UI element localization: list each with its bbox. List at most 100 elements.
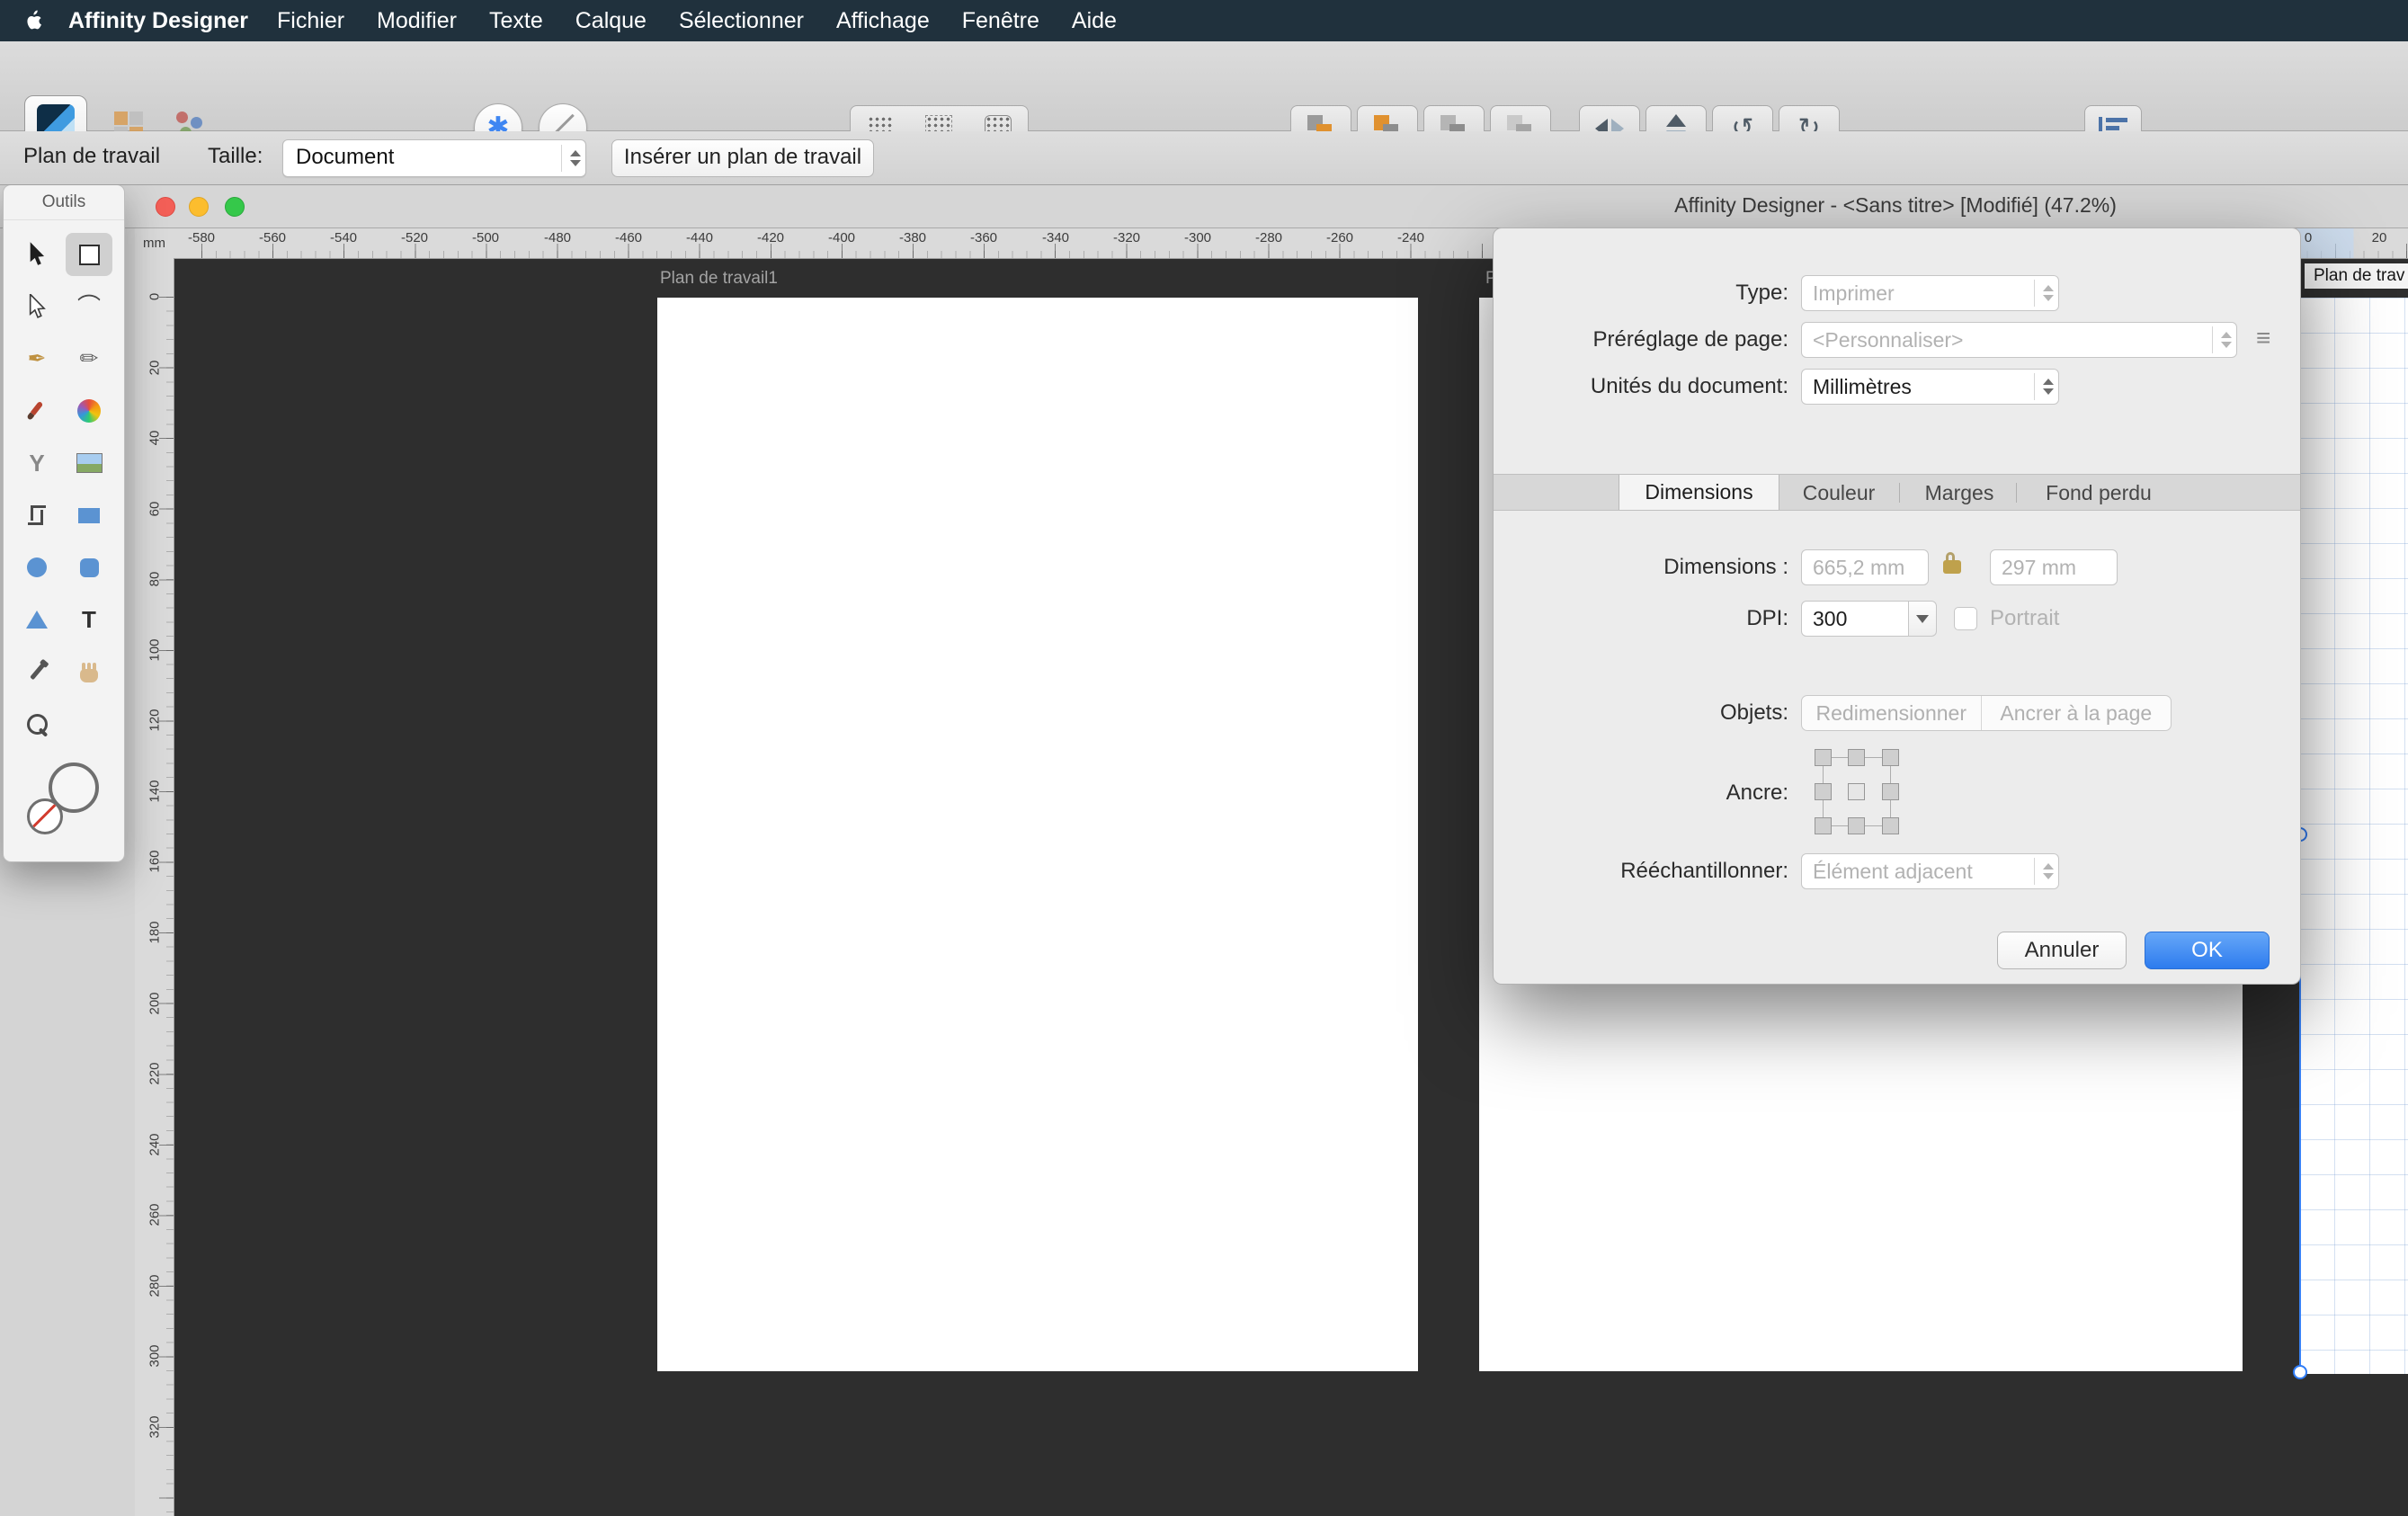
artboard-1[interactable] bbox=[657, 298, 1418, 1371]
empty-tool-slot bbox=[66, 702, 112, 745]
minimize-window-button[interactable] bbox=[189, 197, 209, 217]
menu-modifier[interactable]: Modifier bbox=[361, 8, 473, 34]
transparency-tool-icon: Y bbox=[29, 450, 45, 477]
anchor-handle-bottom[interactable] bbox=[1848, 817, 1865, 834]
anchor-handle-bottom-right[interactable] bbox=[1882, 817, 1899, 834]
tab-separator bbox=[1899, 483, 1900, 503]
move-tool-icon bbox=[30, 242, 45, 265]
tab-dimensions[interactable]: Dimensions bbox=[1619, 475, 1779, 510]
anchor-handle-left[interactable] bbox=[1815, 783, 1832, 800]
preset-list-icon[interactable]: ≡ bbox=[2256, 324, 2270, 352]
type-dropdown[interactable]: Imprimer bbox=[1801, 275, 2059, 311]
menu-calque[interactable]: Calque bbox=[559, 8, 663, 34]
insert-artboard-button[interactable]: Insérer un plan de travail bbox=[611, 139, 874, 177]
menu-fenetre[interactable]: Fenêtre bbox=[946, 8, 1056, 34]
size-select[interactable]: Document bbox=[282, 139, 586, 177]
artboard-tool-icon bbox=[78, 244, 100, 265]
crop-tool[interactable] bbox=[13, 494, 60, 537]
resample-row: Rééchantillonner: Élément adjacent bbox=[1494, 853, 2300, 889]
dpi-dropdown-button[interactable] bbox=[1908, 601, 1937, 637]
aspect-lock-icon[interactable] bbox=[1943, 552, 1961, 574]
vertical-ruler[interactable]: 0 20 40 60 80 100 120 140 160 180 200 22… bbox=[135, 258, 174, 1516]
dropdown-stepper-icon bbox=[2034, 280, 2054, 307]
tools-panel-title: Outils bbox=[4, 185, 124, 220]
height-input[interactable]: 297 mm bbox=[1990, 549, 2118, 585]
menu-fichier[interactable]: Fichier bbox=[261, 8, 361, 34]
anchor-to-page-option[interactable]: Ancrer à la page bbox=[1980, 696, 2171, 730]
artboard3-label[interactable]: Plan de trav bbox=[2305, 263, 2408, 289]
menu-selectionner[interactable]: Sélectionner bbox=[663, 8, 820, 34]
tab-marges[interactable]: Marges bbox=[1925, 481, 1994, 505]
anchor-handle-center[interactable] bbox=[1848, 783, 1865, 800]
ok-button[interactable]: OK bbox=[2145, 932, 2270, 969]
close-window-button[interactable] bbox=[156, 197, 175, 217]
pencil-tool-icon: ✏ bbox=[79, 345, 99, 371]
menubar: Affinity Designer Fichier Modifier Texte… bbox=[0, 0, 2408, 41]
transparency-tool[interactable]: Y bbox=[13, 441, 60, 485]
tab-separator bbox=[2016, 483, 2017, 503]
zoom-tool[interactable] bbox=[13, 702, 60, 745]
node-tool[interactable] bbox=[13, 285, 60, 328]
fill-stroke-selector[interactable] bbox=[27, 762, 103, 834]
dpi-input[interactable]: 300 bbox=[1801, 601, 1909, 637]
tab-couleur[interactable]: Couleur bbox=[1803, 481, 1876, 505]
rectangle-tool-icon bbox=[78, 507, 100, 523]
cancel-button[interactable]: Annuler bbox=[1997, 932, 2127, 969]
triangle-tool[interactable] bbox=[13, 598, 60, 641]
pen-tool[interactable]: ✒ bbox=[13, 337, 60, 380]
text-tool-icon: T bbox=[82, 606, 96, 633]
rounded-rectangle-tool[interactable] bbox=[66, 546, 112, 589]
preset-dropdown[interactable]: <Personnaliser> bbox=[1801, 322, 2237, 358]
export-persona-icon bbox=[176, 111, 188, 123]
selection-handle-bottom[interactable] bbox=[2293, 1365, 2307, 1379]
fill-tool[interactable] bbox=[66, 389, 112, 433]
anchor-handle-bottom-left[interactable] bbox=[1815, 817, 1832, 834]
zoom-window-button[interactable] bbox=[225, 197, 245, 217]
select-stepper-icon bbox=[561, 145, 581, 172]
pencil-tool[interactable]: ✏ bbox=[66, 337, 112, 380]
menu-app-name[interactable]: Affinity Designer bbox=[56, 8, 261, 34]
resize-option[interactable]: Redimensionner bbox=[1802, 696, 1981, 730]
move-tool[interactable] bbox=[13, 233, 60, 276]
fill-tool-icon bbox=[77, 399, 101, 423]
artboard-tool[interactable] bbox=[66, 233, 112, 276]
view-tool[interactable] bbox=[66, 650, 112, 693]
artboard-3[interactable] bbox=[2299, 298, 2408, 1374]
tab-fond-perdu[interactable]: Fond perdu bbox=[2046, 481, 2152, 505]
artboard-settings-dialog: Type: Imprimer Préréglage de page: <Pers… bbox=[1493, 227, 2301, 985]
units-dropdown[interactable]: Millimètres bbox=[1801, 369, 2059, 405]
anchor-handle-top-left[interactable] bbox=[1815, 749, 1832, 766]
tools-grid: ⌒ ✒ ✏ Y T bbox=[11, 228, 117, 750]
portrait-checkbox[interactable] bbox=[1954, 607, 1977, 630]
width-input[interactable]: 665,2 mm bbox=[1801, 549, 1929, 585]
units-label: Unités du document: bbox=[1590, 374, 1788, 398]
vector-brush-tool[interactable] bbox=[13, 389, 60, 433]
main-toolbar: ✱ ↺ ↻ bbox=[0, 41, 2408, 152]
dialog-buttons-row: Annuler OK bbox=[1494, 932, 2300, 969]
fill-color-icon[interactable] bbox=[27, 798, 63, 834]
menu-aide[interactable]: Aide bbox=[1056, 8, 1133, 34]
text-tool[interactable]: T bbox=[66, 598, 112, 641]
anchor-handle-top-right[interactable] bbox=[1882, 749, 1899, 766]
corner-tool[interactable]: ⌒ bbox=[66, 285, 112, 328]
dropdown-stepper-icon bbox=[2034, 373, 2054, 400]
document-titlebar: Affinity Designer - <Sans titre> [Modifi… bbox=[0, 184, 2408, 228]
menu-texte[interactable]: Texte bbox=[473, 8, 559, 34]
menu-affichage[interactable]: Affichage bbox=[820, 8, 946, 34]
apple-icon bbox=[27, 10, 41, 30]
resample-dropdown[interactable]: Élément adjacent bbox=[1801, 853, 2059, 889]
anchor-handle-right[interactable] bbox=[1882, 783, 1899, 800]
corner-tool-icon: ⌒ bbox=[76, 293, 101, 320]
color-picker-tool[interactable] bbox=[13, 650, 60, 693]
artboard1-label[interactable]: Plan de travail1 bbox=[660, 269, 778, 289]
place-image-tool[interactable] bbox=[66, 441, 112, 485]
preset-label: Préréglage de page: bbox=[1592, 327, 1789, 352]
window-title: Affinity Designer - <Sans titre> [Modifi… bbox=[1674, 193, 2117, 217]
dimensions-row: Dimensions : 665,2 mm 297 mm bbox=[1494, 549, 2300, 585]
dimensions-label: Dimensions : bbox=[1663, 555, 1788, 579]
rectangle-tool[interactable] bbox=[66, 494, 112, 537]
anchor-handle-top[interactable] bbox=[1848, 749, 1865, 766]
ellipse-tool[interactable] bbox=[13, 546, 60, 589]
caret-down-icon bbox=[1916, 614, 1929, 623]
apple-menu[interactable] bbox=[23, 9, 43, 32]
